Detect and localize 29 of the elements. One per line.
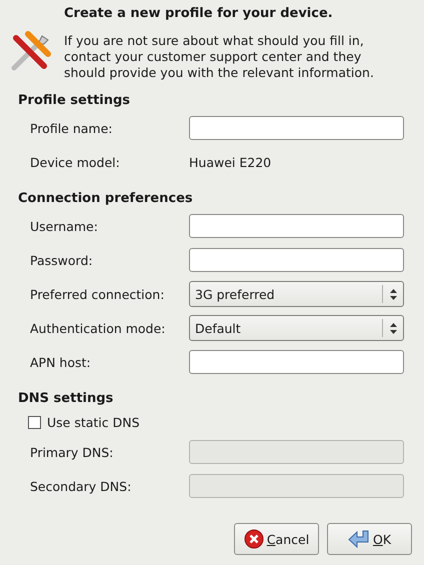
- field-label: APN host:: [30, 354, 92, 370]
- dialog-title: Create a new profile for your device.: [64, 6, 334, 21]
- field-label: Preferred connection:: [30, 286, 166, 302]
- text-field[interactable]: [189, 248, 404, 272]
- section-heading: Connection preferences: [18, 191, 194, 208]
- section-heading: DNS settings: [18, 391, 114, 408]
- field-label: Authentication mode:: [30, 320, 166, 336]
- dialog-button[interactable]: Cancel: [234, 523, 319, 555]
- checkbox-label: Use static DNS: [47, 414, 140, 430]
- field-label: Profile name:: [30, 120, 114, 136]
- field-label: Username:: [30, 218, 99, 234]
- return-arrow-icon: [348, 530, 370, 548]
- cancel-icon: [244, 529, 264, 549]
- text-field[interactable]: [189, 214, 404, 238]
- text-field[interactable]: [189, 116, 404, 140]
- info-text: If you are not sure about what should you fill in, contact your customer support center and they should provide you with the relevant information.: [64, 33, 375, 81]
- field-label: Password:: [30, 252, 94, 268]
- text-field[interactable]: [189, 350, 404, 374]
- field-label: Device model:: [30, 154, 121, 170]
- checkbox[interactable]: [28, 416, 41, 428]
- field-label: Primary DNS:: [30, 444, 114, 460]
- dropdown[interactable]: Default: [189, 315, 404, 341]
- spinner-arrows-icon: [390, 288, 397, 300]
- device-model-value: Huawei E220: [189, 154, 272, 170]
- field-label: Secondary DNS:: [30, 478, 132, 494]
- spinner-arrows-icon: [390, 322, 397, 334]
- dropdown[interactable]: 3G preferred: [189, 281, 404, 307]
- dialog-button[interactable]: OK: [327, 523, 412, 555]
- section-heading: Profile settings: [18, 93, 132, 110]
